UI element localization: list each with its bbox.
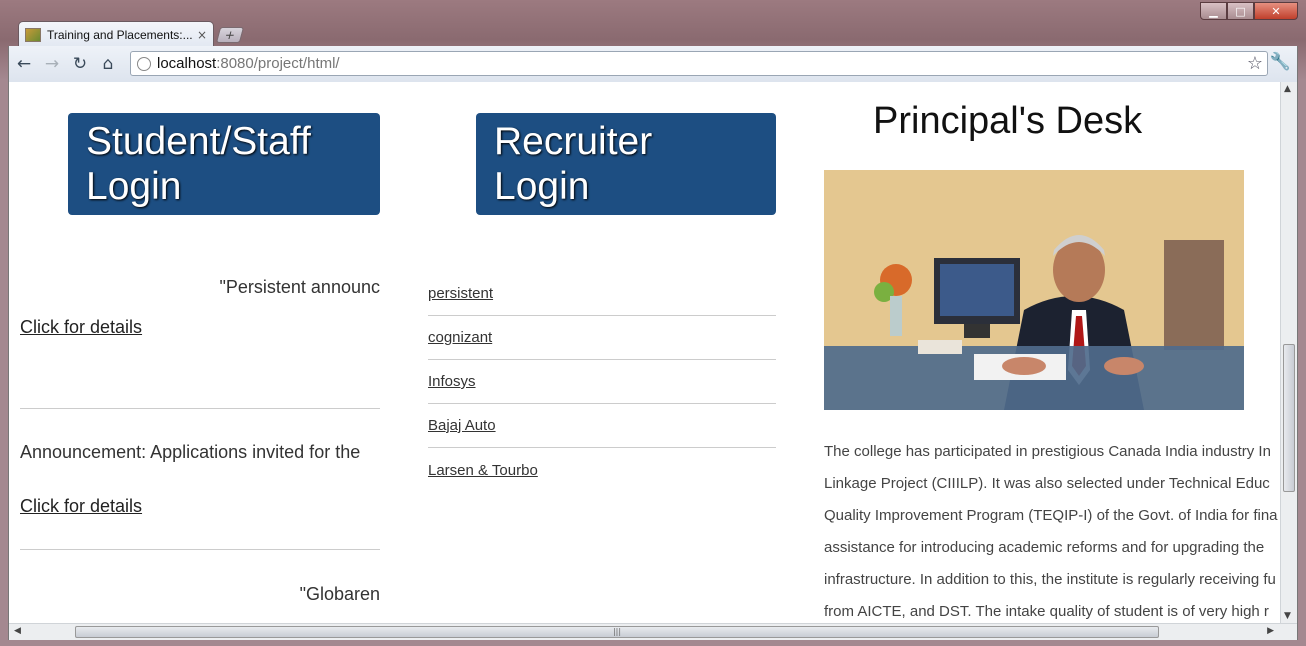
horizontal-scroll-thumb[interactable]: ||| <box>75 626 1159 638</box>
recruiter-login-button[interactable]: Recruiter Login <box>476 113 776 215</box>
window-controls: ▁ □ ✕ <box>1200 2 1298 20</box>
browser-toolbar: ← → ↻ ⌂ localhost:8080/project/html/ ☆ 🔧 <box>8 46 1298 82</box>
back-arrow-icon[interactable]: ← <box>11 51 37 77</box>
company-link[interactable]: Bajaj Auto <box>428 417 496 434</box>
bookmark-star-icon[interactable]: ☆ <box>1247 53 1263 74</box>
minimize-button[interactable]: ▁ <box>1200 2 1227 20</box>
company-link[interactable]: cognizant <box>428 329 492 346</box>
list-item: persistent <box>428 272 776 316</box>
browser-tab[interactable]: Training and Placements:... × <box>18 21 214 47</box>
url-text: localhost:8080/project/html/ <box>157 55 340 72</box>
list-item: Bajaj Auto <box>428 404 776 448</box>
announcement-details-link[interactable]: Click for details <box>20 496 142 516</box>
vertical-scrollbar[interactable]: ▲ ▼ <box>1280 82 1297 623</box>
announcement-text: "Globaren <box>299 584 380 604</box>
scroll-down-arrow-icon[interactable]: ▼ <box>1284 611 1291 621</box>
new-tab-button[interactable]: + <box>215 27 245 43</box>
list-item: cognizant <box>428 316 776 360</box>
favicon-icon <box>25 27 41 42</box>
vertical-scroll-thumb[interactable] <box>1283 344 1295 492</box>
maximize-button[interactable]: □ <box>1227 2 1254 20</box>
scroll-right-arrow-icon[interactable]: ▶ <box>1267 626 1274 636</box>
student-staff-login-button[interactable]: Student/Staff Login <box>68 113 380 215</box>
message-line: from AICTE, and DST. The intake quality … <box>824 603 1269 620</box>
horizontal-scrollbar[interactable]: ◀ ||| ▶ <box>9 623 1297 640</box>
browser-window: ▁ □ ✕ Training and Placements:... × + ← … <box>0 0 1306 646</box>
address-bar[interactable]: localhost:8080/project/html/ ☆ <box>130 51 1268 76</box>
tab-close-icon[interactable]: × <box>197 28 207 42</box>
list-item: Infosys <box>428 360 776 404</box>
home-icon[interactable]: ⌂ <box>95 51 121 77</box>
company-link[interactable]: Larsen & Tourbo <box>428 462 538 479</box>
announcements-list: "Persistent announc Click for details An… <box>20 272 380 623</box>
message-line: Linkage Project (CIIILP). It was also se… <box>824 475 1270 492</box>
wrench-menu-icon[interactable]: 🔧 <box>1270 52 1291 72</box>
company-link[interactable]: persistent <box>428 285 493 302</box>
message-line: The college has participated in prestigi… <box>824 443 1271 460</box>
announcement-text: "Persistent announc <box>219 277 381 297</box>
list-item: Larsen & Tourbo <box>428 448 776 492</box>
message-line: Quality Improvement Program (TEQIP-I) of… <box>824 507 1278 524</box>
message-line: assistance for introducing academic refo… <box>824 539 1265 556</box>
scroll-up-arrow-icon[interactable]: ▲ <box>1284 84 1291 94</box>
principal-photo <box>824 170 1244 410</box>
principal-desk-heading: Principal's Desk <box>873 100 1143 142</box>
globe-icon <box>137 56 151 71</box>
reload-icon[interactable]: ↻ <box>67 51 93 77</box>
company-list: persistent cognizant Infosys Bajaj Auto … <box>428 272 776 492</box>
tab-title: Training and Placements:... <box>47 27 193 42</box>
scroll-left-arrow-icon[interactable]: ◀ <box>14 626 21 636</box>
message-line: infrastructure. In addition to this, the… <box>824 571 1276 588</box>
announcement-text: Announcement: Applications invited for t… <box>20 442 361 462</box>
page-content: Student/Staff Login Recruiter Login "Per… <box>9 82 1281 623</box>
page-viewport: Student/Staff Login Recruiter Login "Per… <box>8 82 1298 640</box>
company-link[interactable]: Infosys <box>428 373 476 390</box>
principal-message: The college has participated in prestigi… <box>824 436 1281 623</box>
announcement-details-link[interactable]: Click for details <box>20 317 142 337</box>
forward-arrow-icon[interactable]: → <box>39 51 65 77</box>
close-window-button[interactable]: ✕ <box>1254 2 1298 20</box>
